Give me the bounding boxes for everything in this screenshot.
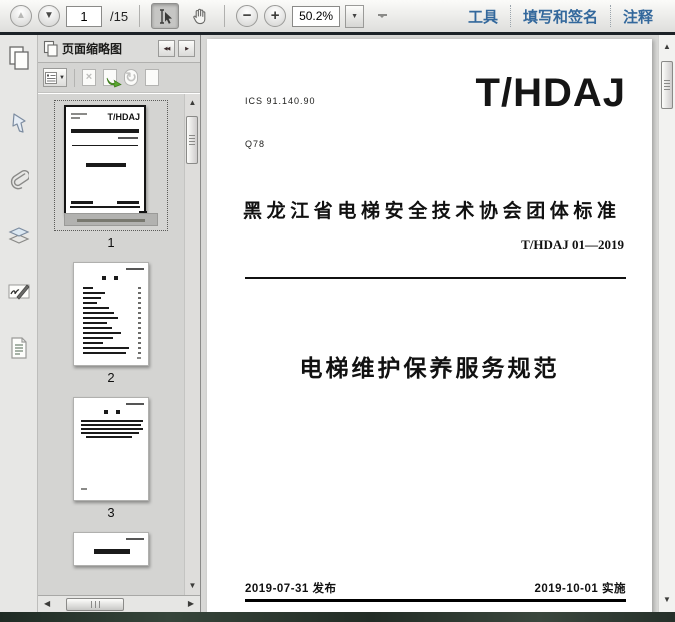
delete-page-button[interactable]: ×: [82, 69, 96, 86]
page-total-label: /15: [110, 8, 129, 24]
toolbar-separator: [139, 5, 141, 27]
plus-icon: +: [270, 6, 280, 24]
paperclip-icon: [10, 170, 29, 190]
thumbnail-page-1-preview: T/HDAJ: [64, 105, 147, 219]
thumb1-footer-banner: [64, 213, 158, 226]
document-title: 电梯维护保养服务规范: [299, 355, 560, 382]
scroll-up-icon[interactable]: ▲: [185, 99, 200, 107]
signature-icon: [8, 284, 30, 300]
navigation-pane-strip: [0, 35, 38, 612]
thumbnails-panel: 页面缩略图 ◀◀ ▶ ▼ × ↻ T/HDAJ 1 2 3 ▲ ▼ ◀ ▶: [38, 35, 201, 612]
scroll-up-icon[interactable]: ▲: [659, 43, 675, 51]
comment-button[interactable]: 注释: [611, 6, 665, 27]
zoom-out-button[interactable]: −: [236, 5, 259, 27]
app-body: 页面缩略图 ◀◀ ▶ ▼ × ↻ T/HDAJ 1 2 3 ▲ ▼ ◀ ▶ IC…: [0, 35, 675, 612]
tools-button[interactable]: 工具: [456, 6, 510, 27]
thumb1-logo-text: T/HDAJ: [107, 112, 140, 122]
document-footer: 2019-07-31 发布 2019-10-01 实施: [245, 580, 626, 602]
toolbar-right-group: 工具 填写和签名 注释: [456, 5, 665, 27]
scroll-left-icon[interactable]: ◀: [38, 600, 56, 608]
expand-panel-button[interactable]: ▶: [178, 40, 195, 57]
bookmarks-tab[interactable]: [4, 109, 34, 139]
fill-sign-button[interactable]: 填写和签名: [511, 6, 610, 27]
thumbnail-page-3-number: 3: [107, 505, 115, 520]
toolbar-overflow-button[interactable]: [377, 14, 387, 18]
standard-logo: T/HDAJ: [475, 71, 626, 115]
chevron-down-icon: ▼: [59, 74, 65, 81]
toolbar-separator: [74, 68, 75, 87]
thumbnail-list-area: T/HDAJ 1 2 3 ▲ ▼: [38, 93, 200, 595]
desktop-edge: [0, 612, 675, 622]
document-notes-icon: [10, 337, 27, 359]
zoom-in-button[interactable]: +: [264, 5, 287, 27]
double-left-arrow-icon: ◀◀: [163, 45, 171, 52]
right-arrow-icon: ▶: [185, 45, 189, 52]
green-export-arrow-icon: [106, 77, 122, 88]
header-rule: [245, 277, 626, 280]
next-page-button[interactable]: ▼: [38, 5, 60, 27]
panel-header: 页面缩略图 ◀◀ ▶: [38, 35, 200, 63]
rotate-icon: ↻: [125, 69, 137, 85]
panel-vertical-scrollbar[interactable]: ▲ ▼: [184, 94, 200, 595]
page-thumbnails-tab[interactable]: [4, 43, 34, 73]
document-header: ICS 91.140.90 Q78 T/HDAJ: [207, 39, 652, 180]
pages-icon: [8, 46, 29, 70]
bookmark-icon: [11, 113, 26, 133]
document-view: ICS 91.140.90 Q78 T/HDAJ 黑龙江省电梯安全技术协会团体标…: [201, 35, 675, 612]
layers-tab[interactable]: [4, 221, 34, 251]
footer-rule: [245, 599, 626, 602]
main-toolbar: ▲ ▼ /15 − + 50.2% ▼: [0, 0, 675, 35]
page-number-input[interactable]: [66, 5, 102, 27]
thumbnail-page-4[interactable]: [73, 532, 149, 566]
thumbnail-page-3[interactable]: [73, 397, 149, 501]
main-scrollbar-thumb[interactable]: [660, 61, 673, 109]
attachments-tab[interactable]: [4, 165, 34, 195]
select-tool-button[interactable]: [151, 3, 180, 29]
hand-tool-button[interactable]: [185, 3, 213, 29]
scroll-down-icon[interactable]: ▼: [659, 596, 675, 604]
thumbnail-page-2[interactable]: [73, 262, 149, 366]
delete-x-icon: ×: [85, 71, 93, 83]
select-cursor-icon: [159, 8, 172, 24]
main-vertical-scrollbar[interactable]: ▲ ▼: [658, 35, 675, 612]
scroll-right-icon[interactable]: ▶: [182, 600, 200, 608]
arrow-up-icon: ▲: [16, 10, 26, 21]
panel-toolbar-clipped-button[interactable]: [145, 69, 159, 86]
panel-toolbar: ▼ × ↻: [38, 63, 200, 93]
arrow-down-icon: ▼: [44, 10, 54, 21]
previous-page-button[interactable]: ▲: [10, 5, 32, 27]
thumbnail-page-1-number: 1: [107, 235, 115, 250]
pdf-viewer-window: ▲ ▼ /15 − + 50.2% ▼: [0, 0, 675, 622]
layers-icon: [8, 227, 29, 244]
thumbnail-options-button[interactable]: ▼: [43, 68, 67, 87]
signatures-tab[interactable]: [4, 277, 34, 307]
pages-icon: [43, 40, 58, 57]
rotate-page-button[interactable]: ↻: [124, 69, 138, 86]
zoom-dropdown-button[interactable]: ▼: [345, 4, 365, 28]
implement-date: 2019-10-01 实施: [534, 583, 626, 595]
ics-classification: ICS 91.140.90 Q78: [245, 95, 316, 149]
document-page-1: ICS 91.140.90 Q78 T/HDAJ 黑龙江省电梯安全技术协会团体标…: [207, 39, 652, 612]
panel-title: 页面缩略图: [62, 42, 123, 56]
thumbnail-page-2-number: 2: [107, 370, 115, 385]
panel-horizontal-scrollbar[interactable]: ◀ ▶: [38, 595, 200, 612]
collapse-panel-button[interactable]: ◀◀: [158, 40, 175, 57]
thumbnail-list: T/HDAJ 1 2 3: [38, 96, 184, 566]
extract-page-button[interactable]: [103, 69, 122, 88]
options-list-icon: [45, 71, 58, 84]
panel-hscrollbar-thumb[interactable]: [66, 597, 125, 611]
standard-number: T/HDAJ 01—2019: [521, 237, 624, 253]
publish-date: 2019-07-31 发布: [245, 583, 337, 595]
overflow-bar-icon: [377, 14, 387, 16]
standard-org-line: 黑龙江省电梯安全技术协会团体标准: [243, 201, 621, 223]
thumbnail-page-1[interactable]: T/HDAJ: [54, 100, 168, 231]
chevron-down-icon: ▼: [351, 12, 359, 20]
notes-tab[interactable]: [4, 333, 34, 363]
hand-icon: [192, 8, 205, 24]
panel-scrollbar-thumb[interactable]: [186, 116, 198, 164]
minus-icon: −: [242, 6, 252, 24]
scroll-down-icon[interactable]: ▼: [185, 582, 200, 590]
zoom-level-value[interactable]: 50.2%: [292, 5, 341, 27]
toolbar-separator: [224, 5, 226, 27]
